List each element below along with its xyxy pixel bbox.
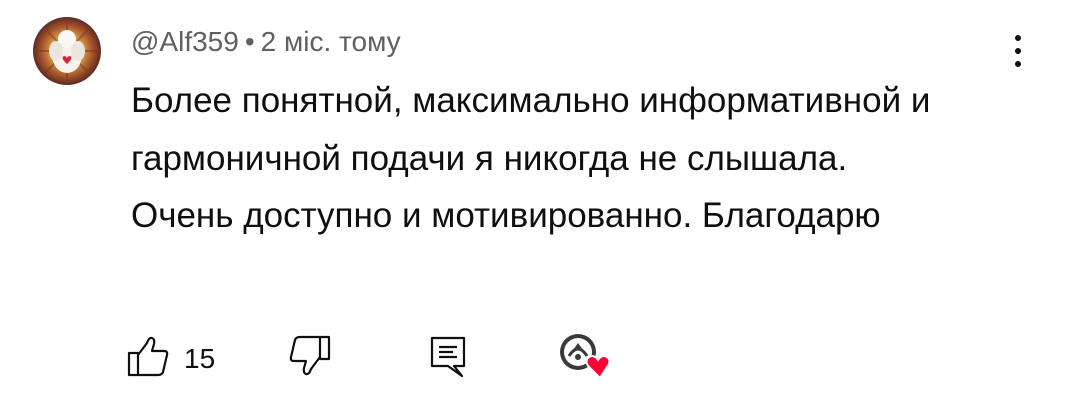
comment-action-bar: 15 — [0, 330, 1080, 390]
thumb-up-icon — [126, 334, 172, 383]
comment-card: @Alf359 • 2 міс. тому Более понятной, макс… — [0, 0, 1080, 408]
thumb-down-icon — [286, 334, 332, 383]
like-button[interactable]: 15 — [126, 334, 215, 383]
reply-button[interactable] — [428, 334, 468, 385]
creator-heart-icon — [556, 330, 614, 387]
like-count: 15 — [184, 342, 216, 374]
meta-separator: • — [244, 26, 255, 57]
comment-meta: @Alf359 • 2 міс. тому — [131, 24, 401, 60]
creator-heart-badge — [556, 332, 614, 384]
kebab-menu-icon[interactable] — [1000, 26, 1036, 76]
comment-timestamp[interactable]: 2 міс. тому — [261, 26, 401, 57]
reply-comment-icon — [428, 334, 468, 385]
comment-text: Более понятной, максимально информативно… — [131, 81, 931, 235]
author-name[interactable]: @Alf359 — [131, 26, 239, 57]
dislike-button[interactable] — [286, 334, 332, 383]
author-avatar[interactable] — [33, 17, 101, 85]
